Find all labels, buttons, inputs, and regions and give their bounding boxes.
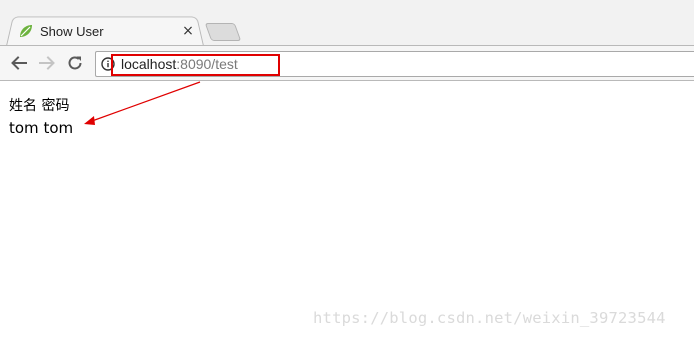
- close-icon[interactable]: ×: [180, 23, 196, 39]
- header-password: 密码: [41, 98, 70, 114]
- url-text[interactable]: localhost:8090/test: [121, 55, 238, 73]
- url-host: localhost: [121, 56, 177, 72]
- info-icon[interactable]: [101, 57, 115, 71]
- back-button[interactable]: [8, 52, 30, 74]
- tab-strip: Show User ×: [0, 0, 694, 46]
- row-name: tom: [9, 119, 39, 137]
- table-row: tom tom: [9, 119, 73, 137]
- toolbar: localhost:8090/test: [0, 45, 694, 81]
- arrow-right-icon: [39, 56, 55, 70]
- table-header: 姓名 密码: [9, 95, 69, 115]
- new-tab-button[interactable]: [204, 23, 242, 41]
- arrow-left-icon: [11, 56, 27, 70]
- page-content: 姓名 密码 tom tom: [0, 81, 694, 338]
- tab-title: Show User: [40, 23, 104, 39]
- reload-button[interactable]: [64, 52, 86, 74]
- forward-button[interactable]: [36, 52, 58, 74]
- reload-icon: [68, 56, 82, 70]
- browser-window: Show User × localhost:8090/test 姓名 密码 to…: [0, 0, 694, 338]
- header-name: 姓名: [9, 98, 37, 114]
- active-tab-content[interactable]: Show User ×: [16, 20, 196, 42]
- watermark: https://blog.csdn.net/weixin_39723544: [313, 309, 666, 327]
- url-path: :8090/test: [176, 56, 238, 72]
- row-password: tom: [43, 119, 74, 137]
- address-bar[interactable]: localhost:8090/test: [95, 51, 694, 77]
- spring-leaf-icon: [20, 25, 32, 37]
